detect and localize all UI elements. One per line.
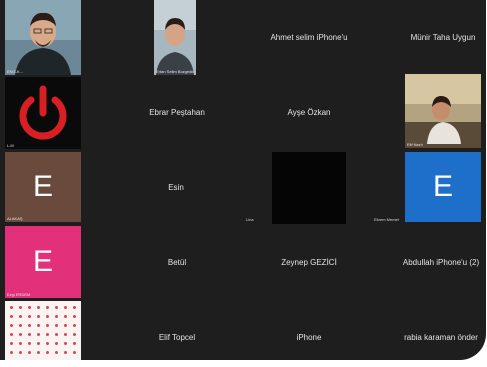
participant-name: Betül [167,258,187,267]
participant-tile-13[interactable]: E Ezgi ERDEM [5,226,81,298]
participant-name: Ertan Selim Bozgedik [156,69,195,74]
participant-name: Münir Taha Uygun [410,33,476,42]
avatar-letter: E [32,245,53,278]
participant-name: ENG-K... [7,69,24,74]
participant-name: Zeynep GEZİCİ [281,258,337,267]
participant-tile-17[interactable] [5,301,81,360]
participant-name: Ekrem Memet [374,217,399,222]
participant-name: Ayşe Özkan [287,108,331,117]
participant-name: L.M [7,143,14,148]
participant-tile-12[interactable]: E [405,152,481,222]
power-icon [5,77,81,149]
participant-name: iPhone [296,333,322,342]
participant-name: Ezgi ERDEM [7,292,31,297]
participant-tile-11[interactable] [272,152,346,224]
participant-tile-2[interactable]: Ertan Selim Bozgedik [154,0,196,75]
participant-video [5,0,81,75]
participant-video [405,74,481,148]
participant-tile-9[interactable]: E ALAKAŞ [5,152,81,222]
participant-name: Elif Nazlı [407,142,423,147]
participant-tile-1[interactable]: ENG-K... [5,0,81,75]
participant-name: Abdullah iPhone'u (2) [402,258,480,267]
participant-tile-5[interactable]: L.M [5,77,81,149]
avatar-letter: E [32,170,53,203]
participant-name: Esin [168,183,184,192]
participant-name: ALAKAŞ [7,216,23,221]
participant-name: Elif Topcel [158,333,196,342]
participant-tile-8[interactable]: Elif Nazlı [405,74,481,148]
participant-video [154,0,196,75]
avatar-letter: E [432,170,453,203]
participant-name: Lina [246,217,254,222]
participant-name: Ebrar Peştahan [149,108,205,117]
video-gallery: ENG-K... Ertan Selim Bozgedik Ahmet seli… [0,0,486,360]
participant-name: Ahmet selim iPhone'u [270,33,348,42]
heart-pattern-image [5,301,81,360]
participant-name: rabia karaman önder [404,333,478,342]
